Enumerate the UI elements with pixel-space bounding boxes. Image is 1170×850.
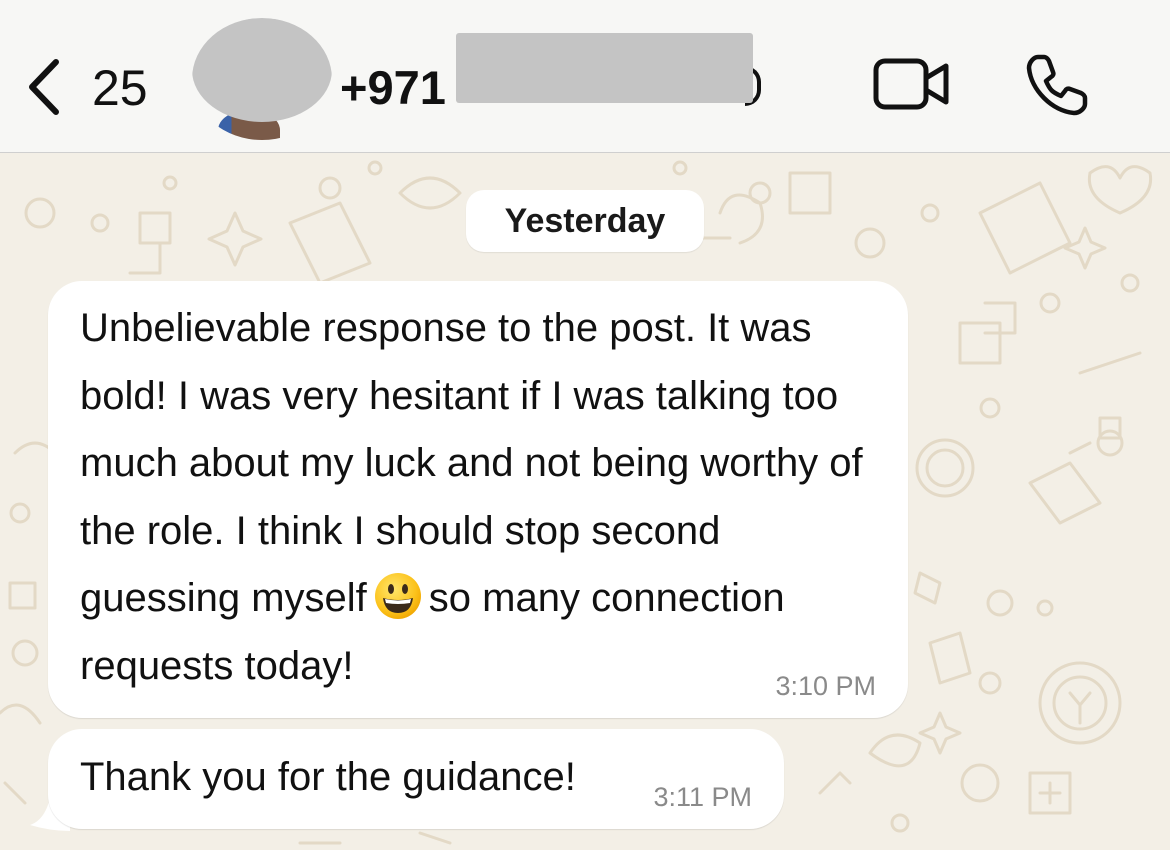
message-bubble[interactable]: Thank you for the guidance! 3:11 PM <box>48 729 784 829</box>
chat-header: 25 +971 <box>0 0 1170 153</box>
contact-avatar[interactable] <box>192 18 332 140</box>
message-text: Unbelievable response to the post. It wa… <box>80 295 890 700</box>
chevron-left-icon <box>29 59 59 115</box>
phone-icon <box>1026 54 1088 116</box>
back-button[interactable] <box>22 52 92 122</box>
phone-number-redaction <box>456 33 753 103</box>
chat-area[interactable]: Yesterday Unbelievable response to the p… <box>0 153 1170 850</box>
message-timestamp: 3:11 PM <box>653 782 752 812</box>
avatar-blur-redaction <box>192 18 332 122</box>
voice-call-button[interactable] <box>1024 52 1090 118</box>
contact-name[interactable]: +971 <box>340 58 446 118</box>
video-call-button[interactable] <box>872 54 952 114</box>
grinning-face-emoji-icon <box>374 573 421 619</box>
message-text-part: Unbelievable response to the post. It wa… <box>80 306 863 620</box>
video-camera-icon <box>873 58 949 110</box>
message-bubble[interactable]: Unbelievable response to the post. It wa… <box>48 281 908 718</box>
unread-count[interactable]: 25 <box>92 58 148 118</box>
message-timestamp: 3:10 PM <box>775 671 876 701</box>
date-separator: Yesterday <box>466 190 704 252</box>
message-text: Thank you for the guidance! <box>80 755 576 799</box>
